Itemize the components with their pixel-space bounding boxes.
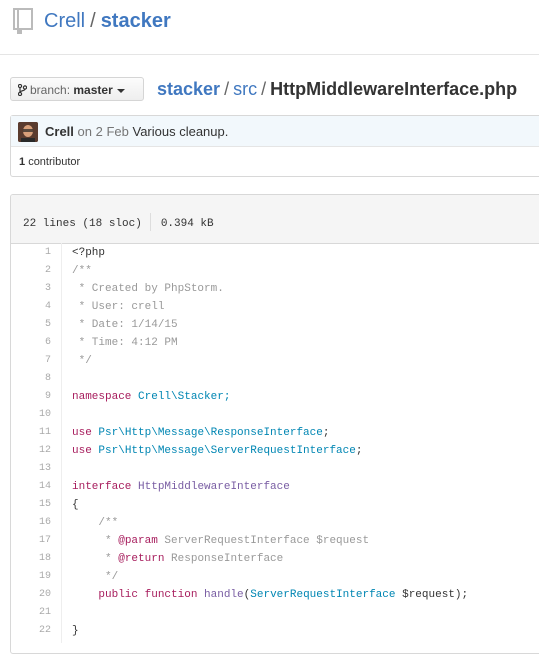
code-line: 16 /**	[11, 514, 539, 532]
line-number[interactable]: 15	[11, 496, 51, 514]
code-line: 17 * @param ServerRequestInterface $requ…	[11, 532, 539, 550]
line-number[interactable]: 13	[11, 460, 51, 478]
code-line: 19 */	[11, 568, 539, 586]
breadcrumb-repo-link[interactable]: stacker	[157, 79, 220, 99]
line-number[interactable]: 1	[11, 244, 51, 262]
line-number[interactable]: 16	[11, 514, 51, 532]
branch-select-button[interactable]: branch: master	[10, 77, 144, 101]
file-info-divider	[149, 213, 151, 231]
file-header: 22 lines (18 sloc) 0.394 kB	[11, 195, 539, 244]
breadcrumb-sep: /	[224, 79, 230, 99]
contributor-label: contributor	[28, 156, 81, 168]
line-number[interactable]: 6	[11, 334, 51, 352]
line-number[interactable]: 18	[11, 550, 51, 568]
file-viewer: 22 lines (18 sloc) 0.394 kB 1 <?php 2/** 3…	[10, 194, 539, 654]
line-number[interactable]: 3	[11, 280, 51, 298]
commit-date: on 2 Feb	[77, 124, 129, 139]
breadcrumb-file-name: HttpMiddlewareInterface.php	[270, 79, 518, 99]
file-size: 0.394 kB	[160, 218, 214, 230]
contributors-summary[interactable]: 1 contributor	[19, 156, 80, 168]
code-line: 5 * Date: 1/14/15	[11, 316, 539, 334]
code-line: 12 use Psr\Http\Message\ServerRequestInte…	[11, 442, 539, 460]
code-line: 4 * User: crell	[11, 298, 539, 316]
commit-author-link[interactable]: Crell	[45, 124, 74, 139]
line-number[interactable]: 2	[11, 262, 51, 280]
contributor-count: 1	[19, 156, 26, 168]
file-info: 22 lines (18 sloc) 0.394 kB	[23, 213, 214, 231]
code-line: 13	[11, 460, 539, 478]
line-number[interactable]: 9	[11, 388, 51, 406]
repo-separator: /	[90, 10, 96, 32]
latest-commit-box: Crell on 2 Feb Various cleanup. 1 contri…	[10, 115, 539, 177]
code-line: 18 * @return ResponseInterface	[11, 550, 539, 568]
breadcrumb-sep: /	[261, 79, 267, 99]
line-number[interactable]: 14	[11, 478, 51, 496]
code-listing: 1 <?php 2/** 3 * Created by PhpStorm. 4 *…	[11, 243, 539, 643]
code-line: 21	[11, 604, 539, 622]
branch-name: master	[73, 83, 113, 97]
line-number[interactable]: 5	[11, 316, 51, 334]
line-number[interactable]: 22	[11, 622, 51, 640]
code-line: 22}	[11, 622, 539, 640]
line-number[interactable]: 19	[11, 568, 51, 586]
branch-prefix: branch:	[30, 83, 71, 97]
code-line: 8	[11, 370, 539, 388]
line-number[interactable]: 8	[11, 370, 51, 388]
code-line: 2/**	[11, 262, 539, 280]
code-line: 9 namespace Crell\Stacker;	[11, 388, 539, 406]
code-line: 20 public function handle(ServerRequestI…	[11, 586, 539, 604]
line-number[interactable]: 10	[11, 406, 51, 424]
branch-icon	[18, 84, 27, 96]
commit-tease: Crell on 2 Feb Various cleanup.	[11, 116, 539, 147]
commit-summary: Crell on 2 Feb Various cleanup.	[45, 124, 228, 139]
line-number[interactable]: 11	[11, 424, 51, 442]
code-line: 6 * Time: 4:12 PM	[11, 334, 539, 352]
code-line: 7 */	[11, 352, 539, 370]
code-line: 14 interface HttpMiddlewareInterface	[11, 478, 539, 496]
avatar-image-icon	[18, 122, 38, 142]
repo-owner-link[interactable]: Crell	[44, 10, 85, 32]
line-number[interactable]: 4	[11, 298, 51, 316]
repo-icon	[13, 8, 33, 34]
code-line: 3 * Created by PhpStorm.	[11, 280, 539, 298]
code-line: 11 use Psr\Http\Message\ResponseInterface…	[11, 424, 539, 442]
chevron-down-icon	[116, 88, 125, 93]
repo-name-link[interactable]: stacker	[101, 10, 171, 32]
code-line: 15{	[11, 496, 539, 514]
breadcrumb-src-link[interactable]: src	[233, 79, 257, 99]
repo-title: Crell / stacker	[44, 9, 171, 33]
line-number[interactable]: 20	[11, 586, 51, 604]
avatar[interactable]	[18, 122, 38, 142]
repo-header: Crell / stacker	[0, 0, 539, 55]
commit-message-link[interactable]: Various cleanup.	[132, 124, 228, 139]
file-line-count: 22 lines (18 sloc)	[23, 218, 142, 230]
code-line: 10	[11, 406, 539, 424]
line-number[interactable]: 7	[11, 352, 51, 370]
line-number[interactable]: 17	[11, 532, 51, 550]
line-number[interactable]: 21	[11, 604, 51, 622]
file-breadcrumb: stacker / src / HttpMiddlewareInterface.php	[157, 77, 517, 101]
line-number[interactable]: 12	[11, 442, 51, 460]
code-line: 1 <?php	[11, 244, 539, 262]
